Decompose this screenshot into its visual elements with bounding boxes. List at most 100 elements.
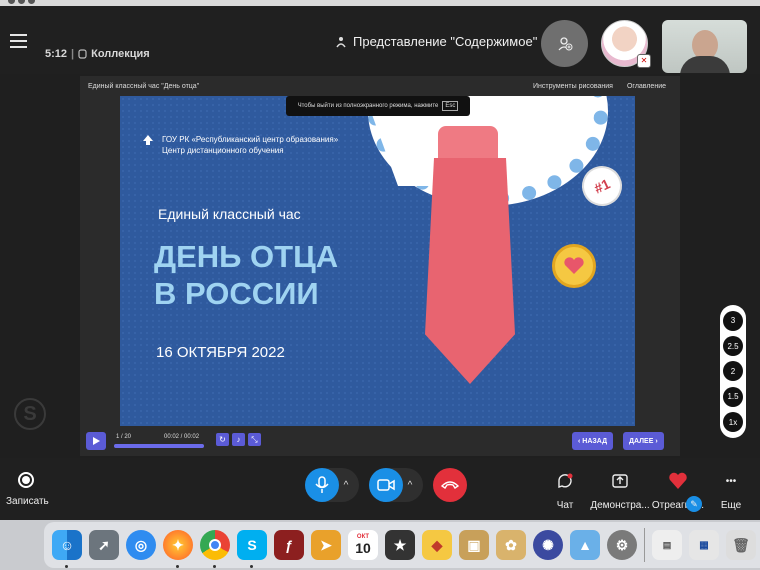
camera-options-chevron-icon[interactable]: ^ [403,480,417,491]
safari-icon[interactable]: ◎ [126,530,156,560]
next-label: ДАЛЕЕ [629,437,654,445]
share-screen-button[interactable]: Демонстра... [590,470,650,511]
slide-subtitle: Единый классный час [158,206,301,222]
flash-player-icon[interactable]: ƒ [274,530,304,560]
speed-option-selected[interactable]: 1x [723,412,743,433]
system-preferences-icon[interactable]: ⚙ [607,530,637,560]
shared-content-stage: Единый классный час "День отца" Инструме… [80,76,680,456]
mic-group: ^ [305,468,359,502]
pen-badge-icon: ✎ [686,496,702,512]
microphone-icon [315,476,329,493]
pdf-document-icon[interactable]: ▤ [652,530,682,560]
organization-block: ГОУ РК «Республиканский центр образовани… [142,134,338,156]
drawing-tools-link[interactable]: Инструменты рисования [533,83,613,90]
share-screen-icon [590,470,650,492]
call-info: 5:12 | Коллекция [45,48,150,60]
calendar-day: 10 [355,540,371,556]
speed-option[interactable]: 3 [723,310,743,331]
replay-button[interactable]: ↻ [216,433,229,446]
fullscreen-exit-tooltip: Чтобы выйти из полноэкранного режима, на… [286,96,470,116]
esc-key: Esc [442,101,459,111]
more-label: Еще [720,500,742,511]
share-label: Демонстра... [590,500,650,511]
game-icon[interactable]: ◆ [422,530,452,560]
window-close-dot[interactable] [8,0,15,4]
mic-options-chevron-icon[interactable]: ^ [339,480,353,491]
progress-bar[interactable] [114,444,204,448]
window-minimize-dot[interactable] [18,0,25,4]
view-mode-label: Представление "Содержимое" [353,34,538,49]
back-label: НАЗАД [582,437,608,445]
slide-title-line-2: В РОССИИ [154,276,319,311]
collection-label[interactable]: Коллекция [91,48,150,60]
chrome-icon[interactable] [200,530,230,568]
window-zoom-dot[interactable] [28,0,35,4]
presentation-title: Единый классный час "День отца" [88,83,200,90]
react-button[interactable]: ✎ Отреагир... [650,470,706,512]
finder-icon[interactable]: ☺ [52,530,82,568]
more-button[interactable]: ••• Еще [716,470,746,512]
record-button[interactable]: Записать [6,472,49,507]
archive-utility-icon[interactable]: ▣ [459,530,489,560]
media-document-icon[interactable]: ▦ [689,530,719,560]
playback-time: 00:02 / 00:02 [164,434,200,440]
chat-button[interactable]: Чат [550,470,580,511]
slide-date: 16 ОКТЯБРЯ 2022 [156,344,285,361]
hamburger-menu-icon[interactable] [10,34,27,52]
heart-icon [564,257,584,274]
more-dots-icon: ••• [725,475,737,487]
video-camera-icon [377,479,395,491]
calendar-icon[interactable]: ОКТ 10 [348,530,378,560]
view-mode-dropdown[interactable]: Представление "Содержимое" [335,34,551,49]
keynote-icon[interactable]: ▲ [570,530,600,560]
presentation-slide[interactable]: #1 ГОУ РК «Республиканский центр образов… [120,96,635,426]
dock-divider [644,528,645,562]
paint-palette-icon[interactable]: ✿ [496,530,526,560]
macos-dock-area: ☺ ➚ ◎ ✦ S ƒ ➤ ОКТ 10 ★ ◆ ▣ ✿ ✺ ▲ ⚙ ▤ ▦ 🗑 [0,520,760,570]
tie-graphic [425,158,515,384]
next-button[interactable]: ДАЛЕЕ › [623,432,664,450]
add-person-icon [558,36,572,50]
dock: ☺ ➚ ◎ ✦ S ƒ ➤ ОКТ 10 ★ ◆ ▣ ✿ ✺ ▲ ⚙ ▤ ▦ 🗑 [44,522,760,568]
add-participant-button[interactable] [541,20,588,67]
back-button[interactable]: ‹ НАЗАД [572,432,614,450]
toc-link[interactable]: Оглавление [627,83,666,90]
camera-group: ^ [369,468,423,502]
volume-icon: ♪ [236,435,241,444]
call-buttons: ^ ^ [305,468,467,502]
play-button[interactable] [86,432,106,450]
chat-label: Чат [556,500,574,511]
fullscreen-button[interactable]: ⤡ [248,433,261,446]
trash-icon[interactable]: 🗑 [726,530,756,560]
slide-position: 1 / 20 [116,434,132,440]
camera-button[interactable] [369,468,403,502]
hang-up-icon [441,481,459,489]
fullscreen-icon: ⤡ [251,434,258,444]
speed-option[interactable]: 2 [723,361,743,382]
mic-button[interactable] [305,468,339,502]
participant-avatar[interactable]: ✕ [601,20,651,68]
transmit-icon[interactable]: ➤ [311,530,341,560]
volume-button[interactable]: ♪ [232,433,245,446]
imovie-star-icon[interactable]: ★ [385,530,415,560]
progress-fill [114,444,204,448]
network-app-icon[interactable]: ✺ [533,530,563,560]
launchpad-icon[interactable]: ➚ [89,530,119,560]
record-label: Записать [6,496,49,507]
firefox-icon[interactable]: ✦ [163,530,193,568]
play-icon [92,437,100,445]
chat-icon [550,470,580,492]
org-line-2: Центр дистанционного обучения [162,146,284,155]
separator: | [71,48,75,60]
collection-icon [78,49,87,59]
skype-icon[interactable]: S [237,530,267,568]
hang-up-button[interactable] [433,468,467,502]
presenter-icon [336,36,346,47]
muted-badge-icon: ✕ [637,54,651,68]
speed-option[interactable]: 1.5 [723,386,743,407]
self-video-preview[interactable] [662,20,747,73]
player-controls: 1 / 20 00:02 / 00:02 ↻ ♪ ⤡ ‹ НАЗАД ДАЛЕЕ… [80,428,680,456]
replay-icon: ↻ [219,435,226,444]
speed-selector: 3 2.5 2 1.5 1x [720,305,746,438]
speed-option[interactable]: 2.5 [723,336,743,357]
